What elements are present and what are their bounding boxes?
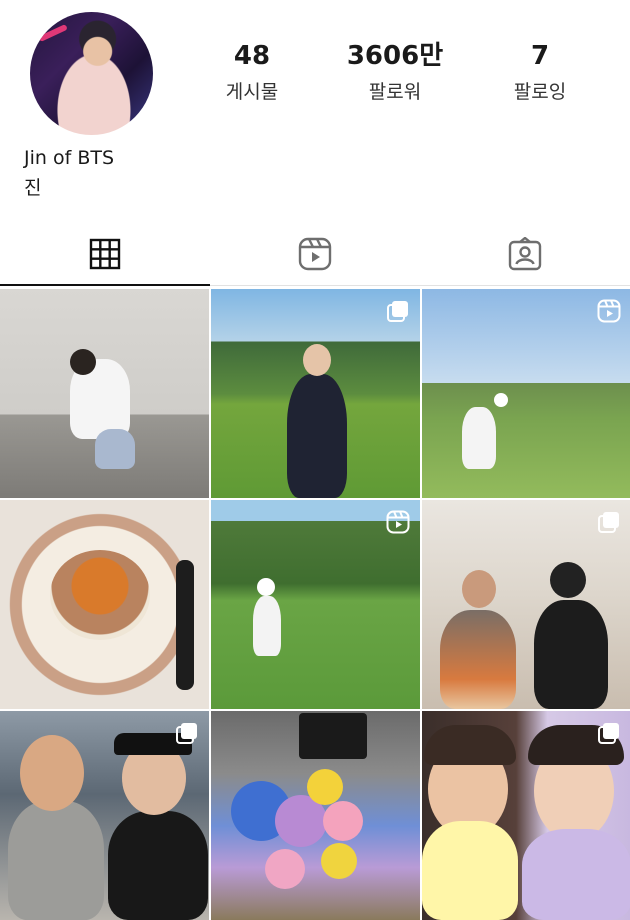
- multi-photo-icon: [387, 301, 408, 322]
- profile-display-name: Jin of BTS: [24, 147, 115, 169]
- tagged-icon: [508, 237, 542, 271]
- tab-posts-grid[interactable]: [0, 222, 210, 286]
- post-thumbnail[interactable]: [0, 711, 209, 920]
- stat-posts[interactable]: 48 게시물: [192, 40, 312, 106]
- post-thumbnail[interactable]: [0, 289, 209, 498]
- reels-icon: [597, 299, 621, 323]
- following-count: 7: [530, 41, 550, 71]
- grid-icon: [89, 238, 121, 270]
- post-thumbnail[interactable]: [0, 500, 209, 709]
- reels-icon: [298, 237, 332, 271]
- profile-tabs: [0, 222, 630, 286]
- post-thumbnail[interactable]: [211, 711, 420, 920]
- post-thumbnail[interactable]: [211, 289, 420, 498]
- active-tab-indicator: [0, 284, 210, 286]
- posts-count: 48: [233, 41, 271, 71]
- tab-tagged[interactable]: [420, 222, 630, 286]
- stat-following[interactable]: 7 팔로잉: [480, 40, 600, 106]
- multi-photo-icon: [598, 512, 619, 533]
- post-thumbnail[interactable]: [211, 500, 420, 709]
- followers-count: 3606만: [346, 41, 444, 71]
- multi-photo-icon: [176, 723, 197, 744]
- profile-header: 48 게시물 3606만 팔로워 7 팔로잉 Jin of BTS 진: [0, 0, 630, 215]
- profile-bio: 진: [24, 177, 42, 199]
- post-thumbnail[interactable]: [422, 711, 630, 920]
- followers-label: 팔로워: [368, 81, 422, 103]
- following-label: 팔로잉: [513, 81, 567, 103]
- posts-label: 게시물: [225, 81, 279, 103]
- reels-icon: [386, 510, 410, 534]
- stat-followers[interactable]: 3606만 팔로워: [335, 40, 455, 106]
- profile-avatar[interactable]: [30, 12, 153, 135]
- post-thumbnail[interactable]: [422, 500, 630, 709]
- posts-grid: [0, 289, 630, 920]
- post-thumbnail[interactable]: [422, 289, 630, 498]
- tab-reels[interactable]: [210, 222, 420, 286]
- multi-photo-icon: [598, 723, 619, 744]
